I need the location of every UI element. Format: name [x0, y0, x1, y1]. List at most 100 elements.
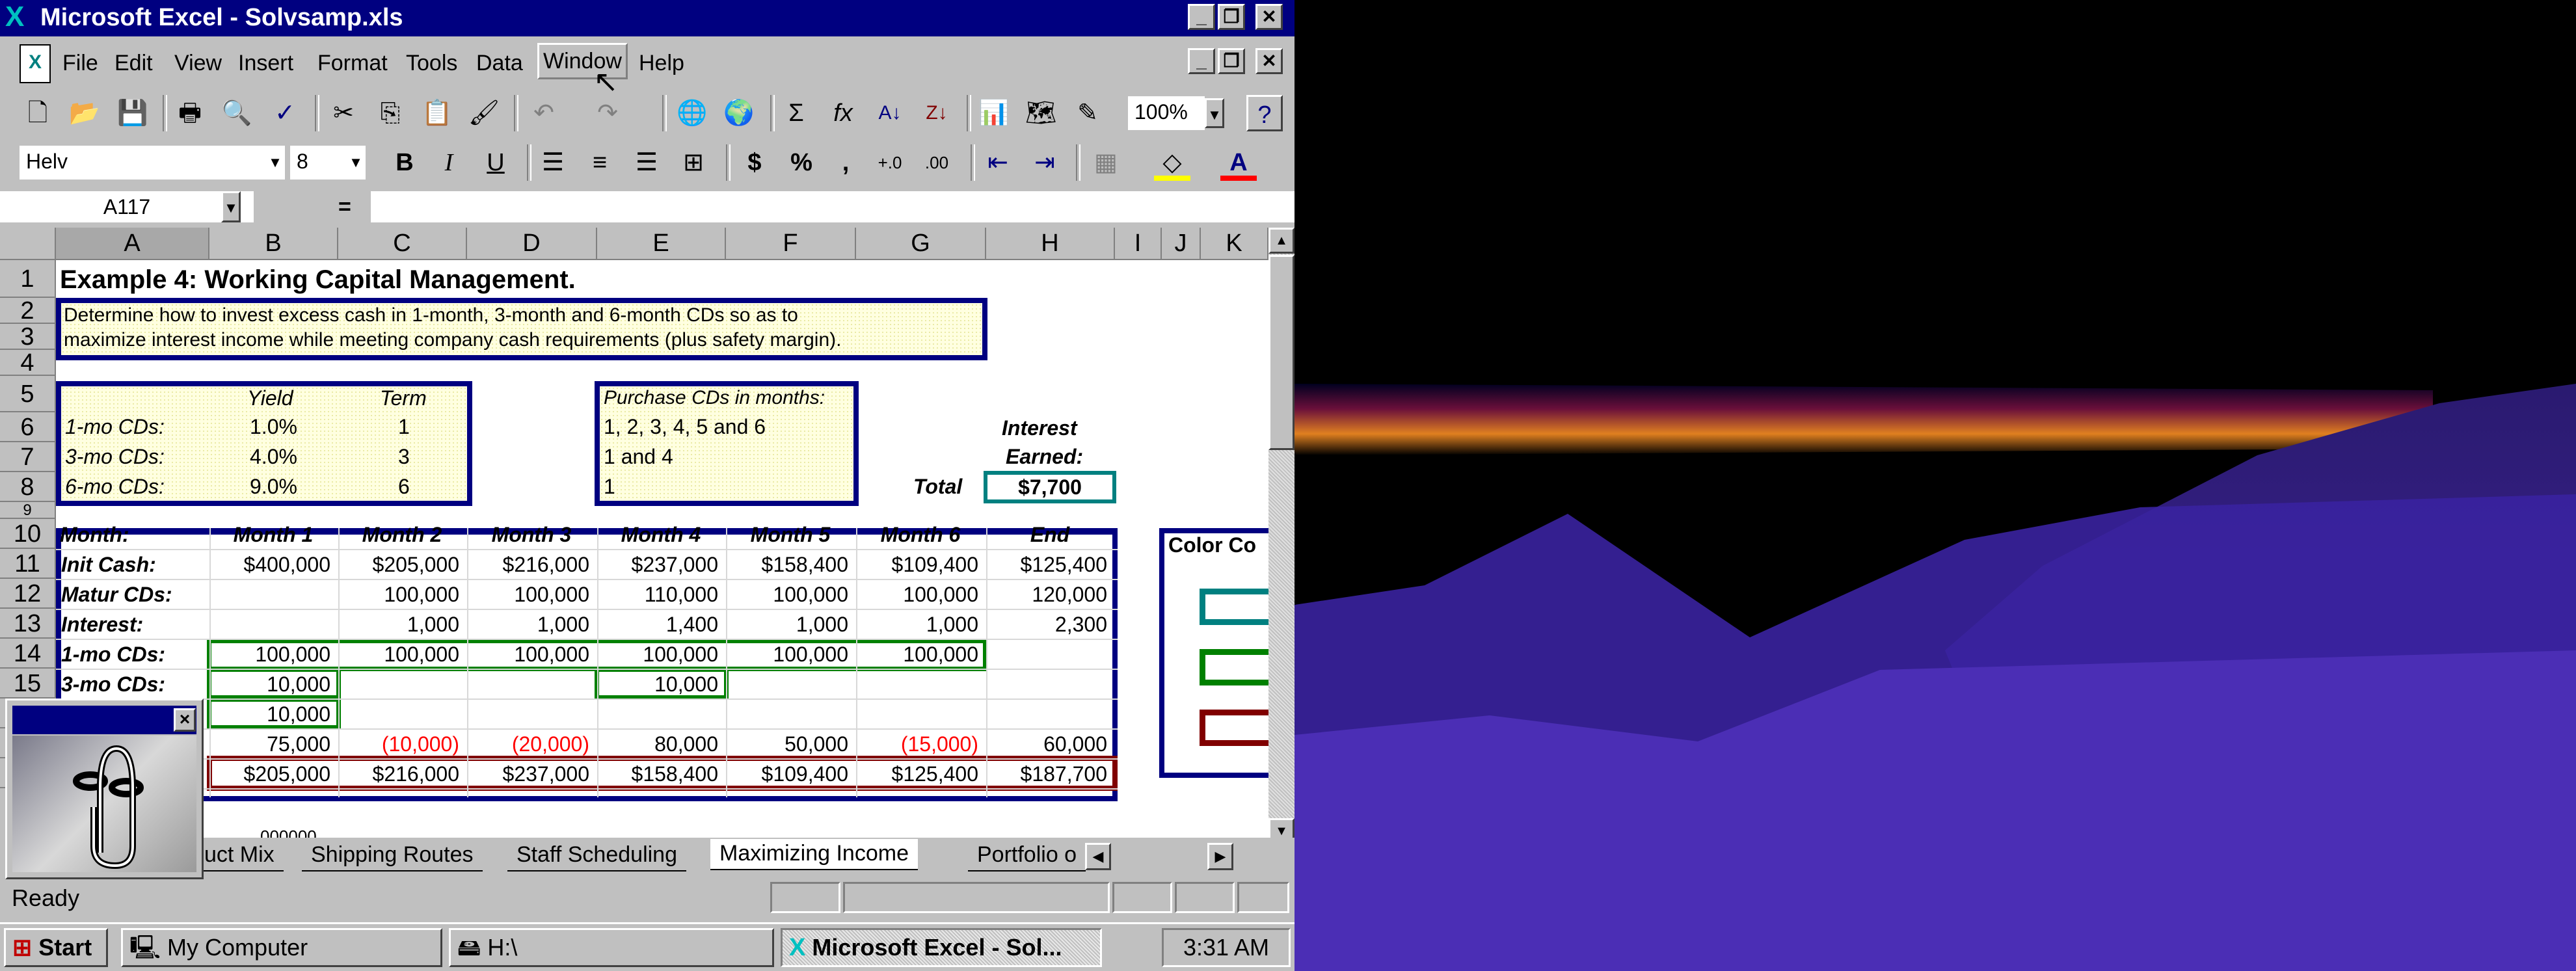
table-cell[interactable]: $187,700	[986, 760, 1107, 788]
column-header-h[interactable]: H	[986, 228, 1115, 260]
table-cell[interactable]: 50,000	[726, 730, 848, 758]
excel-app-icon[interactable]: X	[5, 1, 24, 33]
cd-yield[interactable]: 4.0%	[250, 442, 297, 471]
autosum-icon[interactable]: Σ	[778, 95, 814, 131]
total-interest-cell[interactable]: $7,700	[984, 471, 1116, 503]
table-cell[interactable]: $237,000	[597, 550, 718, 579]
tab-scroll-right-button[interactable]: ▶	[1207, 843, 1233, 870]
row-header[interactable]: 2	[0, 298, 56, 324]
insert-hyperlink-icon[interactable]: 🌐	[674, 95, 710, 131]
save-icon[interactable]: 💾	[114, 95, 151, 131]
sheet-tab-product-mix[interactable]: uct Mix	[195, 840, 284, 871]
table-cell[interactable]: 75,000	[209, 730, 330, 758]
row-header[interactable]: 5	[0, 376, 56, 412]
table-cell[interactable]: $216,000	[338, 760, 459, 788]
menu-view[interactable]: View	[170, 47, 226, 79]
office-assistant[interactable]: ×	[5, 698, 204, 879]
chart-wizard-icon[interactable]: 📊	[976, 95, 1012, 131]
system-clock[interactable]: 3:31 AM	[1162, 928, 1291, 967]
cd-term[interactable]: 6	[398, 472, 410, 501]
taskbar-h-drive[interactable]: 🖴 H:\	[449, 928, 774, 967]
chevron-down-icon[interactable]: ▼	[265, 148, 285, 178]
menu-file[interactable]: File	[59, 47, 102, 79]
table-cell[interactable]: 80,000	[597, 730, 718, 758]
select-all-corner[interactable]	[0, 228, 56, 260]
scroll-up-button[interactable]: ▲	[1268, 228, 1295, 254]
table-cell[interactable]: $237,000	[467, 760, 589, 788]
table-cell[interactable]: 100,000	[467, 640, 589, 669]
zoom-select[interactable]: 100%	[1128, 96, 1205, 130]
workbook-icon[interactable]: X	[20, 44, 51, 83]
cd-term[interactable]: 3	[398, 442, 410, 471]
align-left-icon[interactable]: ☰	[535, 144, 571, 181]
row-header[interactable]: 4	[0, 350, 56, 376]
table-cell[interactable]: $125,400	[856, 760, 978, 788]
open-icon[interactable]: 📂	[66, 95, 103, 131]
print-preview-icon[interactable]: 🔍	[219, 95, 255, 131]
start-button[interactable]: ⊞ Start	[4, 928, 108, 967]
align-center-icon[interactable]: ≡	[582, 144, 618, 181]
table-cell[interactable]: 100,000	[338, 580, 459, 609]
bold-button[interactable]: B	[386, 144, 423, 181]
row-header[interactable]: 7	[0, 442, 56, 472]
sheet-tab-shipping-routes[interactable]: Shipping Routes	[302, 840, 483, 871]
font-color-icon[interactable]: A	[1220, 144, 1257, 181]
column-header-e[interactable]: E	[597, 228, 726, 260]
table-cell[interactable]: $109,400	[856, 550, 978, 579]
table-cell[interactable]: (10,000)	[338, 730, 459, 758]
map-icon[interactable]: 🗺	[1023, 95, 1059, 131]
table-cell[interactable]: 1,000	[338, 610, 459, 639]
table-cell[interactable]: $109,400	[726, 760, 848, 788]
menu-edit[interactable]: Edit	[111, 47, 157, 79]
redo-icon[interactable]: ↷	[589, 95, 626, 131]
table-cell[interactable]: 120,000	[986, 580, 1107, 609]
copy-icon[interactable]: ⎘	[372, 95, 409, 131]
table-cell[interactable]: 100,000	[726, 640, 848, 669]
cut-icon[interactable]: ✂	[325, 95, 362, 131]
row-header[interactable]: 6	[0, 412, 56, 442]
align-right-icon[interactable]: ☰	[628, 144, 665, 181]
table-cell[interactable]: 1,000	[856, 610, 978, 639]
table-cell[interactable]: $158,400	[726, 550, 848, 579]
menu-format[interactable]: Format	[314, 47, 392, 79]
font-select[interactable]: Helv	[20, 146, 285, 180]
cd-yield[interactable]: 9.0%	[250, 472, 297, 501]
increase-decimal-icon[interactable]: +.0	[872, 144, 908, 181]
menu-help[interactable]: Help	[635, 47, 688, 79]
vertical-scrollbar[interactable]: ▲ ▼	[1268, 228, 1295, 845]
column-header-b[interactable]: B	[209, 228, 338, 260]
row-header[interactable]: 3	[0, 324, 56, 350]
table-cell[interactable]: 100,000	[856, 580, 978, 609]
doc-restore-button[interactable]: ❐	[1218, 48, 1245, 74]
italic-button[interactable]: I	[431, 144, 467, 181]
table-cell[interactable]: $125,400	[986, 550, 1107, 579]
increase-indent-icon[interactable]: ⇥	[1026, 144, 1063, 181]
print-icon[interactable]: 🖶	[172, 95, 208, 131]
web-toolbar-icon[interactable]: 🌍	[721, 95, 757, 131]
decrease-decimal-icon[interactable]: .00	[919, 144, 955, 181]
table-cell[interactable]: 10,000	[209, 700, 330, 728]
column-header-c[interactable]: C	[338, 228, 467, 260]
formula-input[interactable]	[371, 191, 1295, 222]
table-cell[interactable]: 100,000	[856, 640, 978, 669]
row-header[interactable]: 13	[0, 609, 56, 639]
undo-icon[interactable]: ↶	[526, 95, 562, 131]
chevron-down-icon[interactable]: ▼	[221, 191, 241, 222]
row-header[interactable]: 11	[0, 549, 56, 579]
new-icon[interactable]: 🗋	[20, 95, 56, 131]
menu-tools[interactable]: Tools	[402, 47, 461, 79]
sheet-tab-portfolio[interactable]: Portfolio o	[968, 840, 1086, 871]
row-header[interactable]: 1	[0, 260, 56, 298]
sort-descending-icon[interactable]: Z↓	[919, 95, 955, 131]
paste-icon[interactable]: 📋	[419, 95, 455, 131]
underline-button[interactable]: U	[477, 144, 514, 181]
table-cell[interactable]: 1,000	[467, 610, 589, 639]
horizontal-scrollbar[interactable]	[1114, 843, 1198, 870]
merge-center-icon[interactable]: ⊞	[675, 144, 712, 181]
row-header[interactable]: 10	[0, 519, 56, 549]
decrease-indent-icon[interactable]: ⇤	[980, 144, 1016, 181]
table-cell[interactable]: (20,000)	[467, 730, 589, 758]
assistant-close-button[interactable]: ×	[174, 708, 196, 732]
name-box[interactable]: A117	[0, 191, 254, 222]
comma-style-icon[interactable]: ,	[827, 144, 864, 181]
